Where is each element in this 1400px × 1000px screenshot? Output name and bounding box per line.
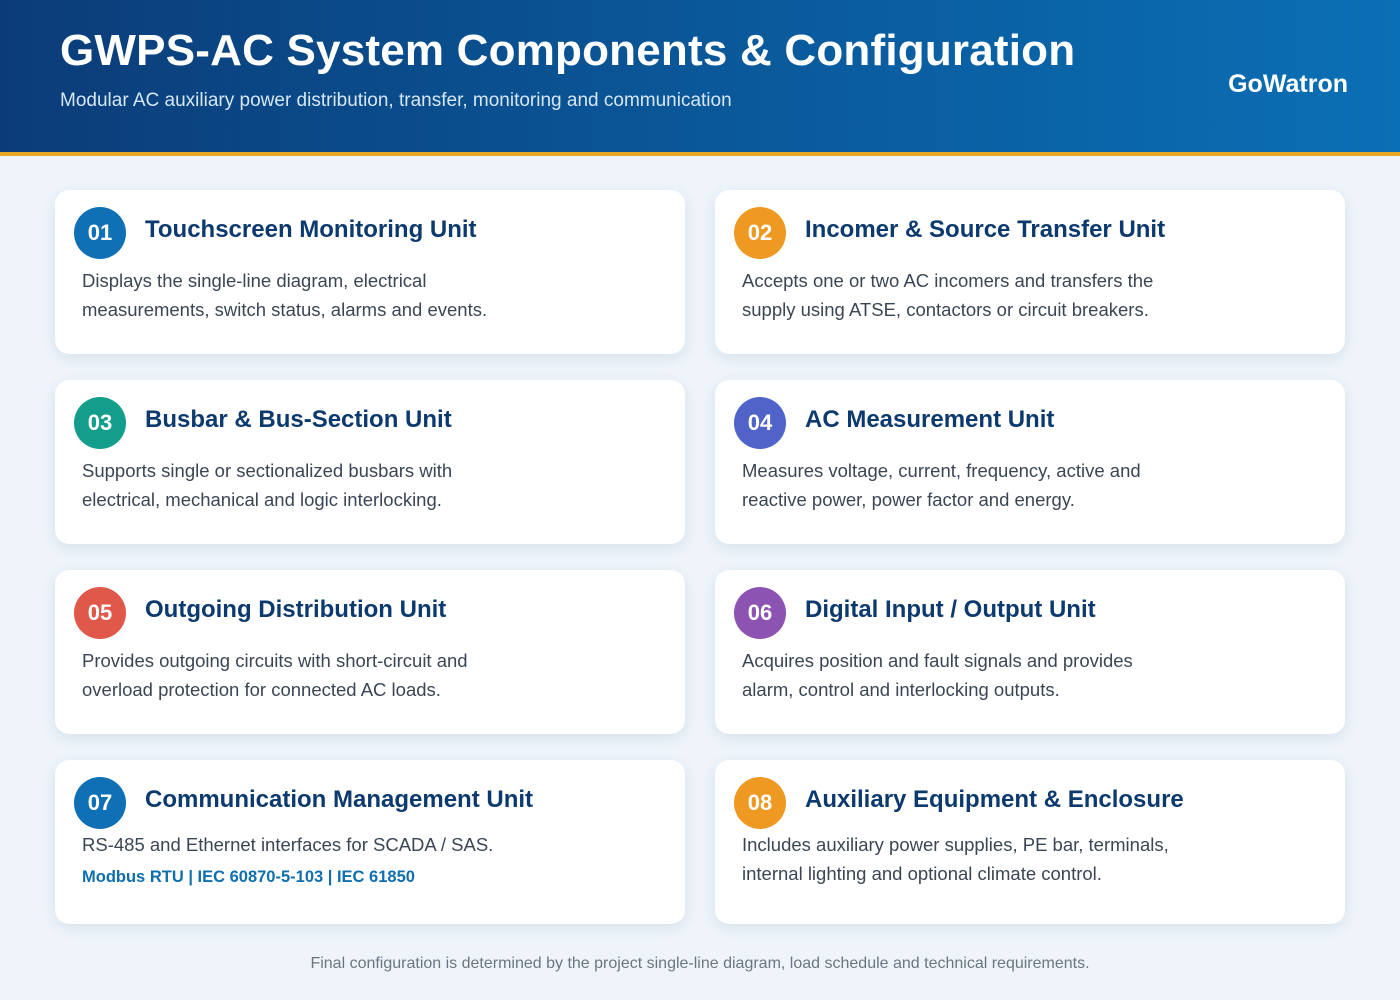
card-description: RS-485 and Ethernet interfaces for SCADA… [82, 834, 494, 855]
component-card-ac-measurement: 04 AC Measurement Unit Measures voltage,… [715, 380, 1345, 544]
card-number-badge: 03 [74, 397, 126, 449]
card-description: Displays the single-line diagram, electr… [82, 270, 488, 320]
component-card-digital-io: 06 Digital Input / Output Unit Acquires … [715, 570, 1345, 734]
page-subtitle: Modular AC auxiliary power distribution,… [60, 90, 732, 111]
card-number-badge: 06 [734, 587, 786, 639]
card-title: Touchscreen Monitoring Unit [145, 216, 477, 243]
component-card-touchscreen-monitoring: 01 Touchscreen Monitoring Unit Displays … [55, 190, 685, 354]
component-card-auxiliary-enclosure: 08 Auxiliary Equipment & Enclosure Inclu… [715, 760, 1345, 924]
page-header: GWPS-AC System Components & Configuratio… [0, 0, 1400, 156]
card-number-badge: 01 [74, 207, 126, 259]
protocol-list: Modbus RTU | IEC 60870-5-103 | IEC 61850 [82, 868, 415, 886]
card-number-badge: 02 [734, 207, 786, 259]
card-description: Accepts one or two AC incomers and trans… [742, 270, 1154, 320]
card-description: Supports single or sectionalized busbars… [82, 460, 453, 510]
page-title: GWPS-AC System Components & Configuratio… [60, 26, 1076, 75]
component-card-incomer-transfer: 02 Incomer & Source Transfer Unit Accept… [715, 190, 1345, 354]
card-title: AC Measurement Unit [805, 406, 1055, 433]
card-number-badge: 04 [734, 397, 786, 449]
card-title: Auxiliary Equipment & Enclosure [805, 786, 1184, 813]
component-card-communication: 07 Communication Management Unit RS-485 … [55, 760, 685, 924]
card-title: Communication Management Unit [145, 786, 534, 813]
footer-note: Final configuration is determined by the… [310, 955, 1090, 972]
card-description: Measures voltage, current, frequency, ac… [742, 460, 1141, 510]
card-description: Includes auxiliary power supplies, PE ba… [742, 834, 1169, 884]
brand-logo-text: GoWatron [1228, 70, 1348, 98]
card-number-badge: 08 [734, 777, 786, 829]
component-card-outgoing-distribution: 05 Outgoing Distribution Unit Provides o… [55, 570, 685, 734]
card-title: Busbar & Bus-Section Unit [145, 406, 452, 433]
card-title: Incomer & Source Transfer Unit [805, 216, 1166, 243]
card-title: Digital Input / Output Unit [805, 596, 1096, 623]
card-title: Outgoing Distribution Unit [145, 596, 447, 623]
card-description: Acquires position and fault signals and … [742, 650, 1133, 700]
component-card-busbar: 03 Busbar & Bus-Section Unit Supports si… [55, 380, 685, 544]
card-number-badge: 07 [74, 777, 126, 829]
card-number-badge: 05 [74, 587, 126, 639]
card-description: Provides outgoing circuits with short-ci… [82, 650, 468, 700]
